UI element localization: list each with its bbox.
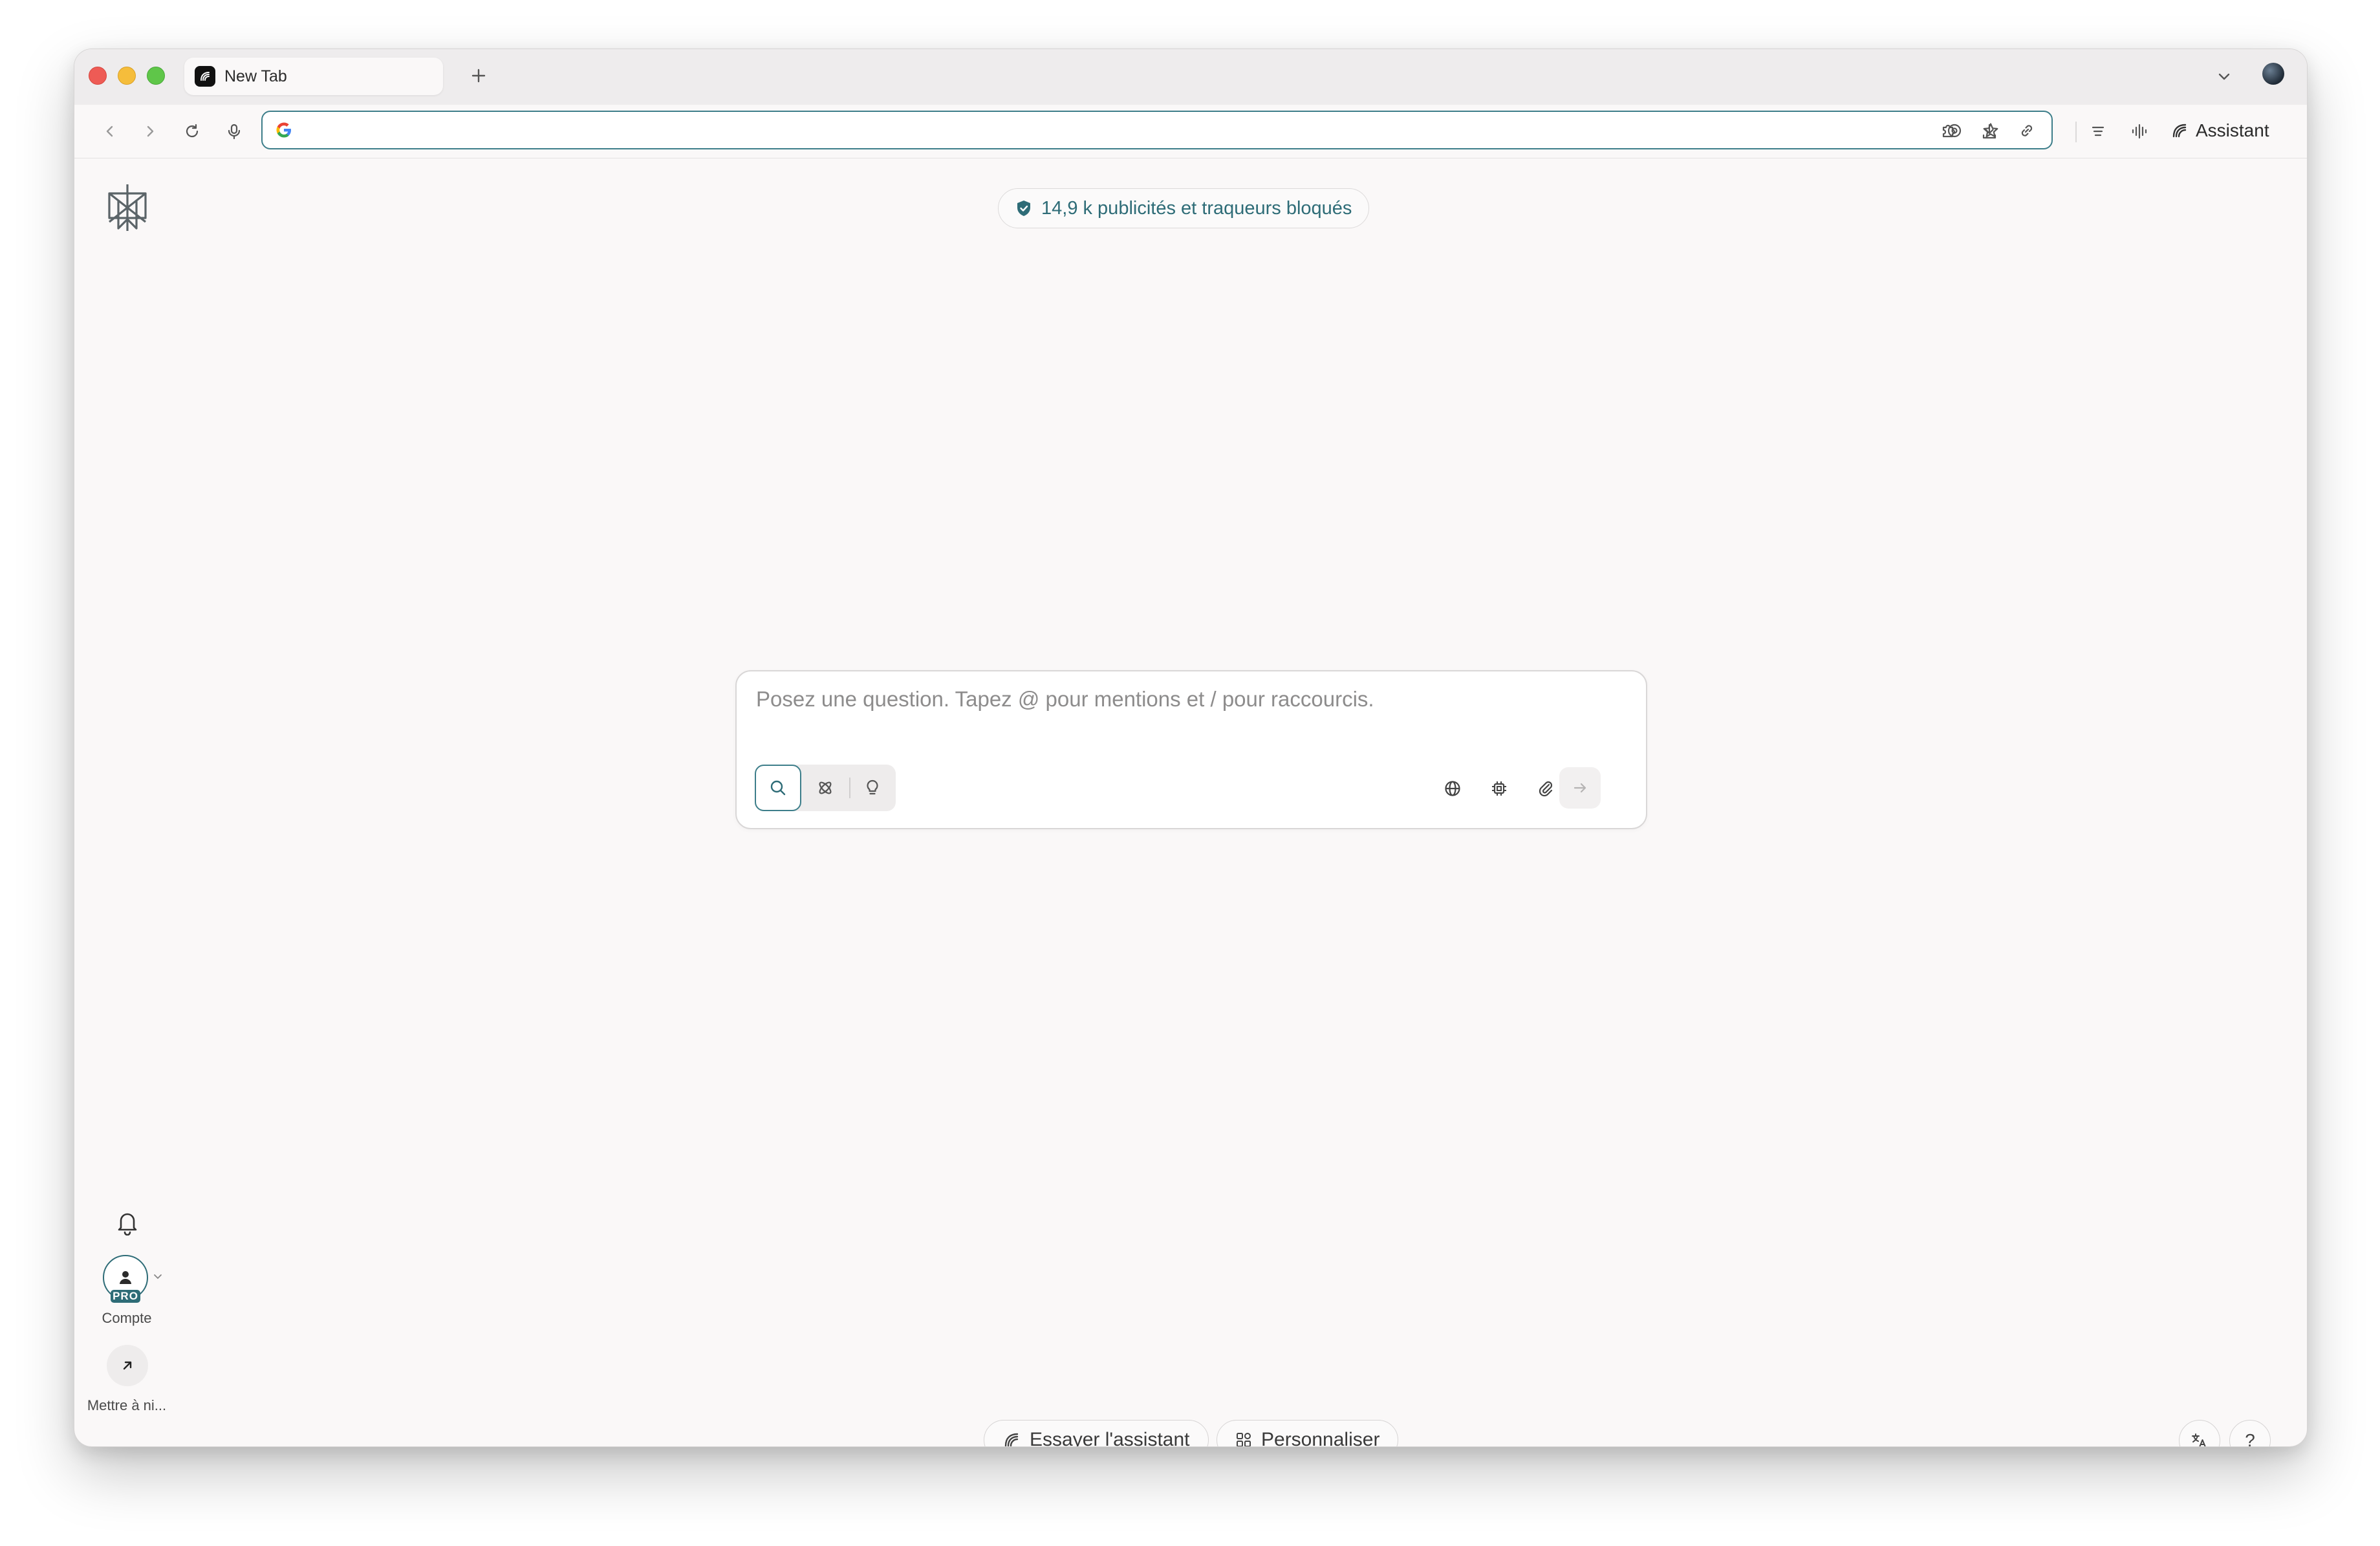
address-input[interactable] [304, 117, 1859, 144]
notifications-button[interactable] [109, 1204, 146, 1241]
new-tab-button[interactable] [462, 60, 495, 92]
link-icon [2021, 125, 2033, 136]
arrow-right-icon [1574, 783, 1586, 793]
customize-button[interactable]: Personnaliser [1217, 1420, 1399, 1447]
ask-input[interactable]: Posez une question. Tapez @ pour mention… [756, 687, 1374, 712]
downloads-button[interactable] [1973, 115, 2006, 147]
assistant-button[interactable]: Assistant [2170, 114, 2269, 147]
google-g-icon [276, 122, 291, 138]
maximize-window-button[interactable] [147, 67, 165, 85]
profile-avatar[interactable] [2262, 63, 2284, 85]
upgrade-button[interactable] [107, 1345, 148, 1386]
search-icon [770, 780, 786, 796]
ask-box[interactable]: Posez une question. Tapez @ pour mention… [735, 670, 1647, 829]
try-assistant-button[interactable]: Essayer l'assistant [984, 1420, 1209, 1447]
toolbar-divider [2075, 122, 2077, 142]
mode-research-button[interactable] [802, 765, 849, 811]
chevron-down-icon [154, 1274, 162, 1279]
arrow-up-right-icon [123, 1361, 132, 1370]
chevron-down-icon [2218, 73, 2230, 80]
mode-labs-button[interactable] [849, 765, 896, 811]
grid-icon [1237, 1433, 1251, 1446]
translate-icon [2192, 1433, 2206, 1446]
help-button[interactable]: ? [2229, 1420, 2271, 1447]
voice-input-button[interactable] [218, 115, 250, 147]
lightbulb-icon [867, 779, 878, 795]
customize-label: Personnaliser [1261, 1429, 1380, 1447]
back-button[interactable] [94, 115, 126, 147]
copy-link-button[interactable] [2013, 116, 2041, 145]
tab-strip: New Tab [74, 49, 2307, 105]
globe-icon [1445, 781, 1460, 796]
atom-icon [819, 781, 832, 794]
language-button[interactable] [2179, 1420, 2220, 1446]
extensions-button[interactable] [1932, 115, 1964, 147]
perplexity-logo-icon [108, 184, 147, 231]
close-window-button[interactable] [89, 67, 107, 85]
tab-list-button[interactable] [2209, 61, 2240, 92]
pro-badge: PRO [111, 1290, 140, 1303]
voice-mode-button[interactable] [2123, 115, 2156, 147]
upgrade-label: Mettre à ni... [87, 1397, 167, 1413]
browser-window: New Tab Assistant 14,9 k publicités et t… [74, 49, 2308, 1447]
reading-list-button[interactable] [2082, 115, 2114, 147]
blocked-trackers-text: 14,9 k publicités et traqueurs bloqués [1041, 197, 1352, 219]
puzzle-icon [1942, 124, 1956, 138]
bell-icon [118, 1213, 137, 1236]
attach-button[interactable] [1530, 772, 1562, 805]
sources-button[interactable] [1436, 772, 1469, 805]
reload-button[interactable] [176, 115, 208, 147]
assistant-label: Assistant [2196, 120, 2269, 140]
help-label: ? [2245, 1430, 2255, 1447]
perplexity-favicon-icon [195, 66, 215, 87]
reload-icon [186, 124, 199, 138]
tab-new-tab[interactable]: New Tab [184, 58, 443, 95]
chevron-left-icon [106, 125, 113, 137]
model-select-button[interactable] [1483, 772, 1515, 805]
try-assistant-label: Essayer l'assistant [1030, 1429, 1190, 1447]
user-icon [120, 1271, 131, 1284]
address-bar[interactable] [261, 111, 2053, 149]
paperclip-icon [1539, 781, 1553, 797]
tab-title: New Tab [224, 67, 287, 85]
search-mode-selector [755, 765, 896, 811]
download-icon [1982, 124, 1996, 139]
audio-wave-icon [2132, 124, 2147, 139]
plus-icon [471, 69, 486, 83]
account-label: Compte [102, 1310, 152, 1326]
blocked-trackers-badge[interactable]: 14,9 k publicités et traqueurs bloqués [998, 188, 1370, 228]
chevron-right-icon [147, 125, 154, 137]
comet-icon [2172, 124, 2187, 138]
submit-button[interactable] [1559, 767, 1601, 809]
list-icon [2092, 126, 2104, 136]
minimize-window-button[interactable] [118, 67, 136, 85]
comet-icon [1004, 1433, 1019, 1446]
shield-check-icon [1017, 201, 1030, 216]
chip-icon [1492, 781, 1506, 796]
microphone-icon [228, 124, 241, 140]
new-tab-page: 14,9 k publicités et traqueurs bloqués P… [74, 158, 2307, 1446]
mode-search-button[interactable] [755, 765, 801, 811]
forward-button[interactable] [134, 115, 166, 147]
account-menu-caret[interactable] [151, 1269, 165, 1283]
browser-toolbar: Assistant [74, 105, 2307, 158]
